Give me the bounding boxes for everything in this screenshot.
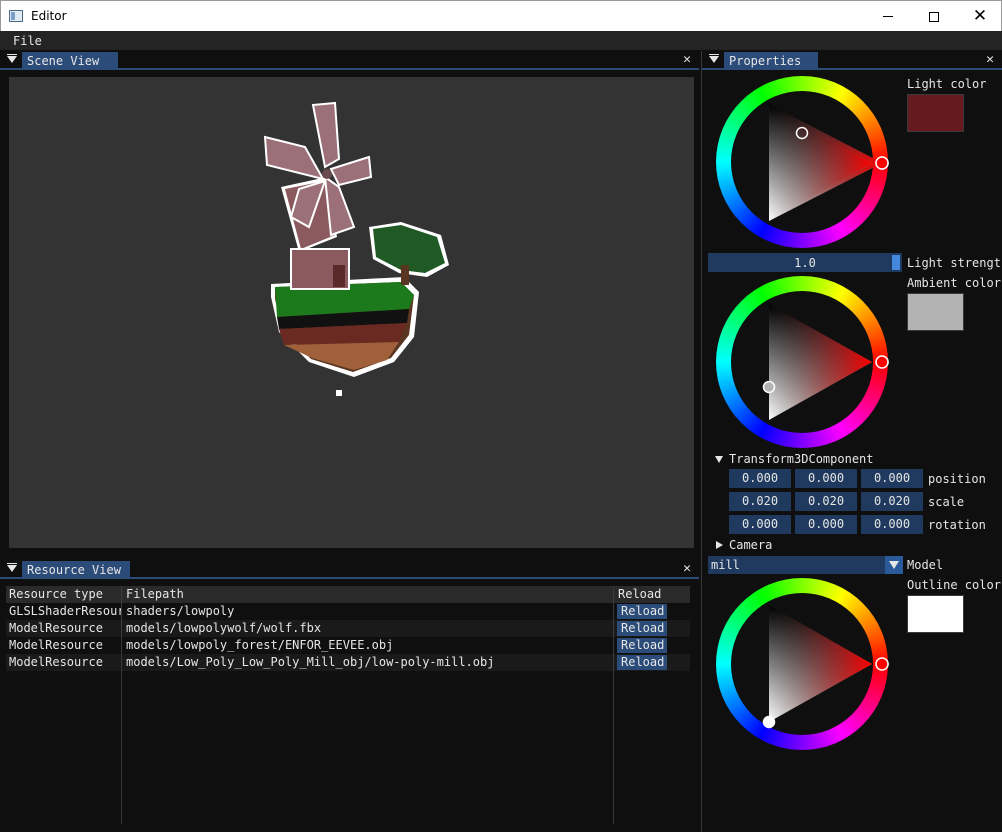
maximize-icon [929, 11, 939, 22]
app-icon [9, 10, 23, 22]
column-header-reload[interactable]: Reload [618, 587, 688, 601]
close-window-button[interactable]: ✕ [957, 1, 1002, 31]
scene-viewport[interactable] [9, 77, 694, 548]
model-select-value: mill [711, 558, 740, 572]
scene-render [263, 101, 449, 396]
reload-button[interactable]: Reload [617, 604, 667, 619]
resource-path-cell: shaders/lowpoly [126, 604, 235, 618]
camera-header[interactable]: Camera [729, 538, 772, 552]
model-label: Model [907, 558, 944, 572]
maximize-button[interactable] [911, 1, 957, 31]
close-panel-icon[interactable]: ✕ [986, 52, 994, 67]
tab-properties[interactable]: Properties [724, 52, 818, 70]
menu-bar: File [0, 31, 1002, 50]
collapse-arrow-icon[interactable] [7, 54, 17, 63]
light-color-hue-wheel[interactable] [716, 76, 888, 248]
minimize-icon [883, 16, 893, 17]
outline-color-label: Outline color [907, 578, 1001, 592]
column-divider[interactable] [121, 586, 122, 824]
reload-button[interactable]: Reload [617, 655, 667, 670]
outline-color-swatch[interactable] [907, 595, 964, 633]
collapse-arrow-icon[interactable] [7, 563, 17, 572]
properties-tabbar: Properties ✕ [702, 51, 1002, 70]
ambient-color-swatch[interactable] [907, 293, 964, 331]
light-strength-slider[interactable]: 1.0 [708, 253, 902, 272]
resource-path-cell: models/lowpoly_forest/ENFOR_EEVEE.obj [126, 638, 394, 652]
window-title: Editor [31, 9, 67, 23]
resource-type-cell: GLSLShaderResourc [9, 604, 121, 618]
close-panel-icon[interactable]: ✕ [683, 52, 691, 67]
slider-grab-handle[interactable] [892, 255, 900, 270]
collapsed-arrow-icon[interactable] [716, 541, 723, 549]
table-row: GLSLShaderResourc shaders/lowpoly Reload [6, 603, 690, 620]
resource-type-cell: ModelResource [9, 638, 103, 652]
light-strength-value: 1.0 [794, 256, 816, 270]
scale-x-input[interactable]: 0.020 [729, 492, 791, 511]
scene-view-tabbar: Scene View ✕ [0, 51, 699, 70]
scale-label: scale [928, 495, 965, 509]
reload-button[interactable]: Reload [617, 638, 667, 653]
expanded-arrow-icon[interactable] [715, 456, 723, 463]
table-row: ModelResource models/Low_Poly_Low_Poly_M… [6, 654, 690, 671]
tab-resource-view[interactable]: Resource View [22, 561, 130, 579]
minimize-button[interactable] [865, 1, 911, 31]
resource-view-tabbar: Resource View ✕ [0, 560, 699, 579]
resource-type-cell: ModelResource [9, 655, 103, 669]
light-strength-label: Light strengt [907, 256, 1001, 270]
close-panel-icon[interactable]: ✕ [683, 561, 691, 576]
column-header-filepath[interactable]: Filepath [126, 587, 611, 601]
transform-header[interactable]: Transform3DComponent [729, 452, 874, 466]
close-icon: ✕ [972, 6, 988, 26]
light-color-swatch[interactable] [907, 94, 964, 132]
rotation-x-input[interactable]: 0.000 [729, 515, 791, 534]
position-z-input[interactable]: 0.000 [861, 469, 923, 488]
table-header-row: Resource type Filepath Reload [6, 586, 690, 603]
scale-z-input[interactable]: 0.020 [861, 492, 923, 511]
rotation-z-input[interactable]: 0.000 [861, 515, 923, 534]
resource-path-cell: models/Low_Poly_Low_Poly_Mill_obj/low-po… [126, 655, 495, 669]
tab-scene-view[interactable]: Scene View [22, 52, 118, 70]
menu-file[interactable]: File [13, 34, 42, 48]
outline-color-hue-wheel[interactable] [716, 578, 888, 750]
model-select[interactable]: mill [708, 556, 903, 574]
position-label: position [928, 472, 986, 486]
reload-button[interactable]: Reload [617, 621, 667, 636]
ambient-color-label: Ambient color [907, 276, 1001, 290]
position-x-input[interactable]: 0.000 [729, 469, 791, 488]
ambient-color-hue-wheel[interactable] [716, 276, 888, 448]
window-title-bar: Editor ✕ [0, 0, 1002, 31]
position-y-input[interactable]: 0.000 [795, 469, 857, 488]
resource-path-cell: models/lowpolywolf/wolf.fbx [126, 621, 322, 635]
column-header-type[interactable]: Resource type [9, 587, 121, 601]
rotation-y-input[interactable]: 0.000 [795, 515, 857, 534]
table-row: ModelResource models/lowpolywolf/wolf.fb… [6, 620, 690, 637]
collapse-arrow-icon[interactable] [709, 54, 719, 63]
table-row: ModelResource models/lowpoly_forest/ENFO… [6, 637, 690, 654]
scale-y-input[interactable]: 0.020 [795, 492, 857, 511]
light-color-label: Light color [907, 77, 987, 91]
resource-type-cell: ModelResource [9, 621, 103, 635]
rotation-label: rotation [928, 518, 986, 532]
column-divider[interactable] [613, 586, 614, 824]
chevron-down-icon[interactable] [885, 556, 903, 574]
